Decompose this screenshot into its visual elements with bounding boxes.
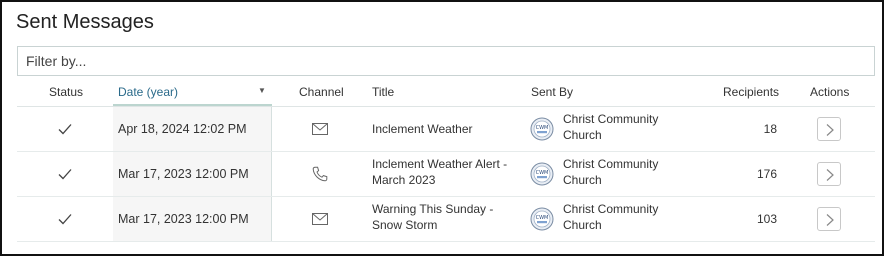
sender-name: Christ Community Church bbox=[563, 202, 659, 232]
table-row[interactable]: Apr 18, 2024 12:02 PM Inclement Weather … bbox=[17, 107, 875, 152]
message-title: Warning This Sunday - Snow Storm bbox=[372, 202, 494, 232]
check-icon bbox=[58, 124, 72, 135]
caret-down-icon[interactable]: ▼ bbox=[258, 86, 266, 95]
church-logo-avatar: CWM bbox=[530, 162, 554, 186]
message-date: Mar 17, 2023 12:00 PM bbox=[118, 167, 249, 181]
view-details-button[interactable] bbox=[817, 162, 841, 186]
filter-input[interactable] bbox=[17, 46, 875, 76]
column-header-status[interactable]: Status bbox=[49, 78, 83, 106]
church-logo-avatar: CWM bbox=[530, 207, 554, 231]
table-row[interactable]: Mar 17, 2023 12:00 PM Inclement Weather … bbox=[17, 152, 875, 197]
check-icon bbox=[58, 169, 72, 180]
sort-indicator bbox=[113, 104, 272, 106]
column-header-recipients[interactable]: Recipients bbox=[723, 78, 779, 106]
recipient-count: 18 bbox=[763, 122, 777, 136]
svg-text:CWM: CWM bbox=[536, 125, 549, 131]
chevron-right-icon bbox=[826, 124, 834, 136]
recipient-count: 103 bbox=[756, 212, 777, 226]
sent-messages-panel: Sent Messages Status Date (year) ▼ Chann… bbox=[0, 0, 884, 256]
recipient-count: 176 bbox=[756, 167, 777, 181]
view-details-button[interactable] bbox=[817, 207, 841, 231]
message-date: Mar 17, 2023 12:00 PM bbox=[118, 212, 249, 226]
sender-name: Christ Community Church bbox=[563, 157, 659, 187]
phone-icon bbox=[312, 166, 328, 182]
column-header-channel[interactable]: Channel bbox=[299, 78, 344, 106]
messages-table: Status Date (year) ▼ Channel Title Sent … bbox=[17, 78, 875, 242]
check-icon bbox=[58, 214, 72, 225]
column-header-sent-by[interactable]: Sent By bbox=[531, 78, 573, 106]
sender-name: Christ Community Church bbox=[563, 112, 659, 142]
table-row[interactable]: Mar 17, 2023 12:00 PM Warning This Sunda… bbox=[17, 197, 875, 242]
message-date: Apr 18, 2024 12:02 PM bbox=[118, 122, 247, 136]
envelope-icon bbox=[312, 123, 328, 135]
svg-text:CWM: CWM bbox=[536, 170, 549, 176]
chevron-right-icon bbox=[826, 214, 834, 226]
chevron-right-icon bbox=[826, 169, 834, 181]
column-header-actions: Actions bbox=[810, 85, 850, 99]
column-header-date[interactable]: Date (year) bbox=[118, 78, 178, 106]
table-header: Status Date (year) ▼ Channel Title Sent … bbox=[17, 78, 875, 107]
column-header-title[interactable]: Title bbox=[372, 78, 394, 106]
envelope-icon bbox=[312, 213, 328, 225]
church-logo-avatar: CWM bbox=[530, 117, 554, 141]
svg-text:CWM: CWM bbox=[536, 215, 549, 221]
page-title: Sent Messages bbox=[16, 11, 154, 33]
message-title: Inclement Weather Alert - March 2023 bbox=[372, 157, 508, 187]
message-title: Inclement Weather bbox=[372, 122, 473, 136]
view-details-button[interactable] bbox=[817, 117, 841, 141]
